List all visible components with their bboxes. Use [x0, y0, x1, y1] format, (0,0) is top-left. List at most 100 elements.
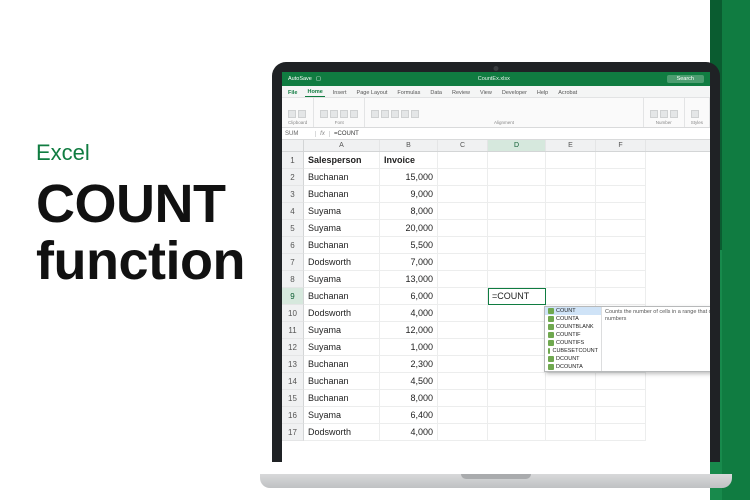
ribbon-group-styles[interactable]: Styles [685, 98, 710, 127]
ribbon-group-alignment[interactable]: Alignment [365, 98, 643, 127]
cell[interactable] [438, 373, 488, 390]
cell[interactable] [596, 169, 646, 186]
cell[interactable] [438, 186, 488, 203]
cell[interactable] [488, 237, 546, 254]
cell[interactable]: Suyama [304, 203, 380, 220]
tab-help[interactable]: Help [535, 89, 550, 97]
cell[interactable]: 5,500 [380, 237, 438, 254]
cell[interactable]: 13,000 [380, 271, 438, 288]
cell[interactable]: Buchanan [304, 186, 380, 203]
tab-file[interactable]: File [286, 89, 299, 97]
cell[interactable] [596, 186, 646, 203]
cell[interactable] [546, 288, 596, 305]
worksheet-grid[interactable]: A B C D E F 1SalespersonInvoice2Buchanan… [282, 140, 710, 462]
cell[interactable] [488, 407, 546, 424]
cell[interactable] [438, 305, 488, 322]
cell[interactable]: Buchanan [304, 373, 380, 390]
autocomplete-item[interactable]: DCOUNTA [545, 363, 601, 371]
cell[interactable] [596, 254, 646, 271]
formula-input[interactable]: =COUNT [330, 131, 363, 137]
tab-data[interactable]: Data [428, 89, 444, 97]
cell[interactable] [546, 254, 596, 271]
autocomplete-item[interactable]: COUNT [545, 307, 601, 315]
cell[interactable] [488, 152, 546, 169]
cell[interactable]: Suyama [304, 271, 380, 288]
cell[interactable] [438, 254, 488, 271]
cell[interactable]: Suyama [304, 339, 380, 356]
autocomplete-item[interactable]: DCOUNT [545, 355, 601, 363]
cell[interactable]: Buchanan [304, 390, 380, 407]
row-header[interactable]: 15 [282, 390, 304, 407]
ribbon-group-font[interactable]: Font [314, 98, 365, 127]
cell[interactable]: Dodsworth [304, 424, 380, 441]
cell[interactable]: 4,500 [380, 373, 438, 390]
cell[interactable] [488, 322, 546, 339]
formula-autocomplete[interactable]: COUNTCOUNTACOUNTBLANKCOUNTIFCOUNTIFSCUBE… [544, 306, 710, 372]
cell[interactable]: Suyama [304, 322, 380, 339]
row-header[interactable]: 2 [282, 169, 304, 186]
cell[interactable] [488, 203, 546, 220]
cell[interactable] [438, 203, 488, 220]
cell[interactable] [488, 339, 546, 356]
row-header[interactable]: 3 [282, 186, 304, 203]
cell[interactable]: Buchanan [304, 288, 380, 305]
cell[interactable]: 8,000 [380, 203, 438, 220]
autocomplete-item[interactable]: COUNTA [545, 315, 601, 323]
cell[interactable] [438, 356, 488, 373]
cell[interactable]: Buchanan [304, 237, 380, 254]
cell[interactable]: Dodsworth [304, 305, 380, 322]
cell[interactable] [596, 288, 646, 305]
col-header-D[interactable]: D [488, 140, 546, 151]
autocomplete-item[interactable]: CUBESETCOUNT [545, 347, 601, 355]
cell[interactable] [488, 305, 546, 322]
row-header[interactable]: 14 [282, 373, 304, 390]
ribbon-group-number[interactable]: Number [644, 98, 685, 127]
tab-review[interactable]: Review [450, 89, 472, 97]
cell[interactable]: Suyama [304, 407, 380, 424]
cell[interactable]: 6,000 [380, 288, 438, 305]
cell[interactable] [546, 186, 596, 203]
cell[interactable]: 9,000 [380, 186, 438, 203]
cell[interactable] [546, 424, 596, 441]
cell[interactable] [438, 339, 488, 356]
fx-icon[interactable]: fx [316, 131, 330, 137]
cell[interactable] [438, 152, 488, 169]
tab-view[interactable]: View [478, 89, 494, 97]
cell[interactable] [438, 169, 488, 186]
autocomplete-item[interactable]: COUNTIFS [545, 339, 601, 347]
cell[interactable] [596, 407, 646, 424]
tab-developer[interactable]: Developer [500, 89, 529, 97]
cell[interactable] [546, 152, 596, 169]
cell[interactable] [596, 373, 646, 390]
cell[interactable] [596, 152, 646, 169]
cell[interactable] [488, 271, 546, 288]
cell[interactable] [438, 424, 488, 441]
cell[interactable]: Salesperson [304, 152, 380, 169]
cell[interactable] [488, 169, 546, 186]
cell[interactable] [488, 220, 546, 237]
cell[interactable] [438, 407, 488, 424]
name-box[interactable]: SUM [282, 131, 316, 137]
row-header[interactable]: 13 [282, 356, 304, 373]
tab-acrobat[interactable]: Acrobat [556, 89, 579, 97]
cell[interactable] [546, 390, 596, 407]
cell[interactable] [488, 356, 546, 373]
row-header[interactable]: 6 [282, 237, 304, 254]
col-header-C[interactable]: C [438, 140, 488, 151]
cell[interactable] [596, 424, 646, 441]
row-header[interactable]: 8 [282, 271, 304, 288]
cell[interactable] [546, 373, 596, 390]
cell[interactable]: 6,400 [380, 407, 438, 424]
active-cell[interactable]: =COUNT [488, 288, 546, 305]
search-input[interactable]: Search [667, 75, 704, 83]
col-header-F[interactable]: F [596, 140, 646, 151]
cell[interactable] [596, 203, 646, 220]
cell[interactable] [546, 220, 596, 237]
autocomplete-item[interactable]: COUNTIF [545, 331, 601, 339]
row-header[interactable]: 17 [282, 424, 304, 441]
autosave-toggle[interactable]: AutoSave [288, 76, 312, 82]
row-header[interactable]: 10 [282, 305, 304, 322]
tab-home[interactable]: Home [305, 88, 324, 97]
cell[interactable] [546, 271, 596, 288]
col-header-E[interactable]: E [546, 140, 596, 151]
